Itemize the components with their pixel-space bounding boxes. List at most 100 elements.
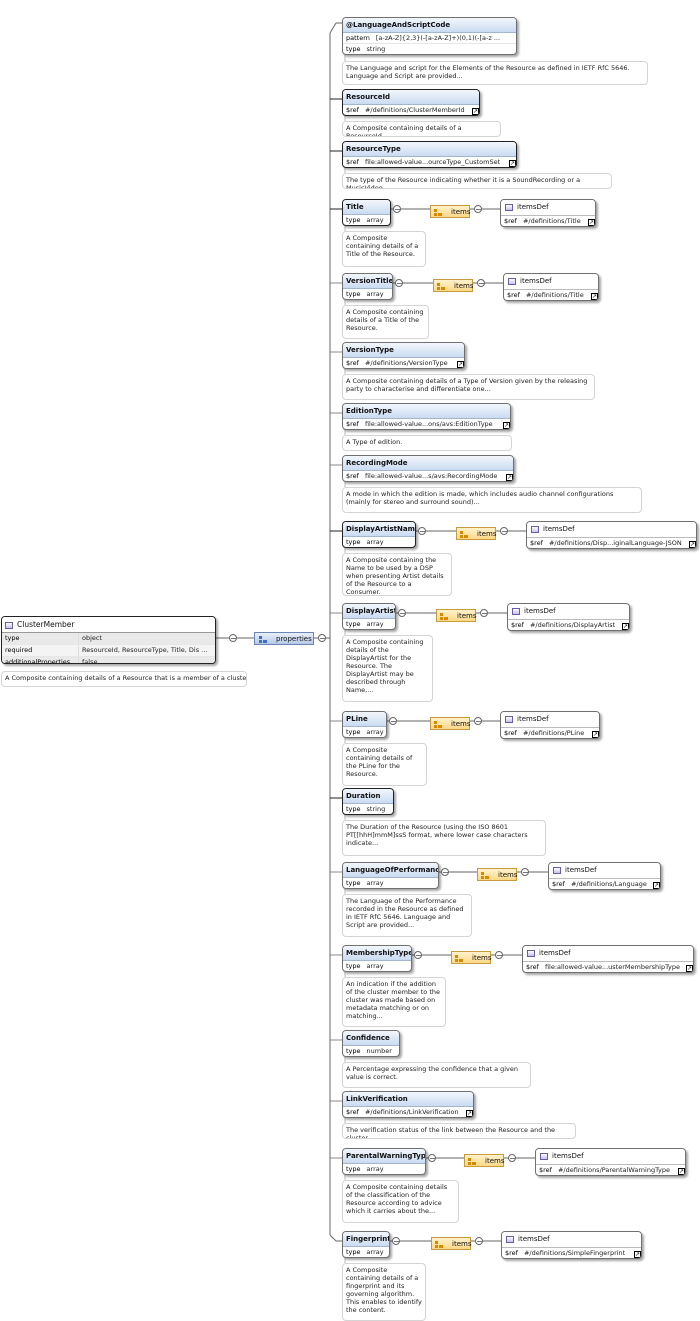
property-title[interactable]: PLine: [343, 712, 386, 727]
items-label[interactable]: items: [498, 869, 517, 882]
field-value[interactable]: file:allowed-value...ourceType_CustomSet: [362, 157, 503, 167]
field-value[interactable]: #/definitions/VersionType: [362, 358, 451, 368]
property-title[interactable]: Fingerprint: [343, 1232, 389, 1247]
property-node[interactable]: MembershipType type array: [342, 945, 412, 972]
collapse-toggle-icon[interactable]: −: [393, 205, 401, 214]
property-description[interactable]: A Composite containing details of a Reso…: [342, 121, 501, 137]
property-field-row[interactable]: type array: [343, 961, 411, 971]
property-node[interactable]: Fingerprint type array: [342, 1231, 390, 1258]
itemsdef-ref-row[interactable]: $ref file:allowed-value...usterMembership…: [523, 962, 693, 972]
field-key[interactable]: $ref: [502, 1248, 521, 1258]
itemsdef-label[interactable]: itemsDef: [539, 949, 571, 957]
ref-link-icon[interactable]: ↗: [457, 361, 464, 368]
field-key[interactable]: $ref: [343, 419, 362, 429]
property-node[interactable]: VersionTitle type array: [342, 273, 393, 300]
property-node[interactable]: RecordingMode $ref file:allowed-value...s/…: [342, 455, 514, 482]
collapse-toggle-icon[interactable]: −: [389, 717, 397, 726]
itemsdef-ref-row[interactable]: $ref #/definitions/SimpleFingerprint: [502, 1248, 641, 1258]
itemsdef-title[interactable]: itemsDef: [523, 946, 693, 962]
collapse-toggle-icon[interactable]: −: [318, 634, 326, 643]
items-compositor[interactable]: items: [430, 717, 470, 730]
property-description[interactable]: A Composite containing details of the Di…: [342, 635, 433, 702]
field-value[interactable]: #/definitions/Title: [520, 216, 584, 226]
property-node[interactable]: ParentalWarningType type array: [342, 1148, 426, 1175]
field-value[interactable]: #/definitions/ParentalWarningType: [555, 1165, 673, 1175]
ref-link-icon[interactable]: ↗: [503, 422, 510, 429]
field-value[interactable]: array: [364, 1247, 387, 1257]
itemsdef-label[interactable]: itemsDef: [517, 715, 549, 723]
field-value[interactable]: array: [364, 289, 387, 299]
property-description[interactable]: The Duration of the Resource (using the …: [342, 820, 546, 856]
field-value[interactable]: array: [364, 619, 387, 629]
itemsdef-label[interactable]: itemsDef: [520, 277, 552, 285]
property-title[interactable]: @LanguageAndScriptCode: [343, 18, 516, 33]
field-value[interactable]: #/definitions/DisplayArtist: [527, 620, 618, 630]
property-field-row[interactable]: type number: [343, 1046, 399, 1056]
field-value[interactable]: #/definitions/Title: [523, 290, 587, 300]
itemsdef-ref-row[interactable]: $ref #/definitions/Title: [504, 290, 598, 300]
itemsdef-title[interactable]: itemsDef: [501, 712, 599, 728]
field-key[interactable]: type: [343, 215, 364, 225]
itemsdef-node[interactable]: itemsDef $ref #/definitions/ParentalWarnin…: [535, 1148, 686, 1176]
property-node[interactable]: ResourceType $ref file:allowed-value...our…: [342, 141, 517, 168]
field-key[interactable]: pattern: [343, 33, 373, 43]
property-title[interactable]: MembershipType: [343, 946, 411, 961]
items-label[interactable]: items: [472, 952, 491, 965]
property-description[interactable]: An indication if the addition of the clu…: [342, 977, 446, 1027]
field-key[interactable]: type: [343, 878, 364, 888]
collapse-toggle-icon[interactable]: −: [495, 951, 503, 960]
property-field-row[interactable]: type array: [343, 289, 392, 299]
collapse-toggle-icon[interactable]: −: [475, 1237, 483, 1246]
items-compositor[interactable]: items: [430, 205, 470, 218]
field-key[interactable]: type: [343, 804, 364, 814]
items-compositor[interactable]: items: [451, 951, 491, 964]
itemsdef-node[interactable]: itemsDef $ref #/definitions/PLine ↗: [500, 711, 600, 739]
property-node[interactable]: ResourceId $ref #/definitions/ClusterMembe…: [342, 89, 480, 116]
property-title[interactable]: RecordingMode: [343, 456, 513, 471]
property-node[interactable]: DisplayArtist type array: [342, 603, 396, 630]
field-key[interactable]: $ref: [343, 1107, 362, 1117]
property-field-row[interactable]: type array: [343, 215, 390, 225]
field-key[interactable]: $ref: [508, 620, 527, 630]
collapse-toggle-icon[interactable]: −: [521, 868, 529, 877]
property-title[interactable]: ResourceId: [343, 90, 479, 105]
field-value[interactable]: array: [364, 537, 387, 547]
itemsdef-ref-row[interactable]: $ref #/definitions/Language: [549, 879, 660, 889]
itemsdef-label[interactable]: itemsDef: [565, 866, 597, 874]
collapse-toggle-icon[interactable]: −: [474, 205, 482, 214]
property-node[interactable]: DisplayArtistName type array: [342, 521, 416, 548]
property-title[interactable]: LinkVerification: [343, 1092, 473, 1107]
field-key[interactable]: $ref: [523, 962, 542, 972]
property-node[interactable]: Confidence type number: [342, 1030, 400, 1057]
collapse-toggle-icon[interactable]: −: [441, 868, 449, 877]
property-description[interactable]: The Language and script for the Elements…: [342, 61, 648, 85]
property-field-row[interactable]: $ref file:allowed-value...s/avs:Recording…: [343, 471, 513, 481]
field-key[interactable]: $ref: [343, 471, 362, 481]
field-value[interactable]: array: [364, 727, 386, 737]
property-node[interactable]: EditionType $ref file:allowed-value...ons/…: [342, 403, 511, 430]
field-value[interactable]: #/definitions/Disp...iginalLanguage-JSON: [546, 538, 685, 548]
items-compositor[interactable]: items: [431, 1237, 471, 1250]
itemsdef-label[interactable]: itemsDef: [543, 525, 575, 533]
items-compositor[interactable]: items: [464, 1154, 504, 1167]
field-value[interactable]: #/definitions/LinkVerification: [362, 1107, 462, 1117]
itemsdef-title[interactable]: itemsDef: [504, 274, 598, 290]
itemsdef-title[interactable]: itemsDef: [508, 604, 629, 620]
property-field-row[interactable]: type string: [343, 44, 516, 54]
property-title[interactable]: Confidence: [343, 1031, 399, 1046]
property-title[interactable]: ResourceType: [343, 142, 516, 157]
property-description[interactable]: A Type of edition.: [342, 435, 512, 451]
property-field-row[interactable]: $ref file:allowed-value...ons/avs:Edition…: [343, 419, 510, 429]
field-value[interactable]: array: [364, 961, 387, 971]
field-value[interactable]: file:allowed-value...s/avs:RecordingMode: [362, 471, 500, 481]
property-field-row[interactable]: pattern [a-zA-Z]{2,3}(-[a-zA-Z]+)(0,1)(-[…: [343, 33, 516, 44]
field-key[interactable]: type: [343, 537, 364, 547]
field-key[interactable]: $ref: [343, 157, 362, 167]
field-key[interactable]: $ref: [536, 1165, 555, 1175]
property-field-row[interactable]: type array: [343, 878, 438, 888]
ref-link-icon[interactable]: ↗: [678, 1168, 685, 1175]
ref-link-icon[interactable]: ↗: [466, 1110, 473, 1117]
property-title[interactable]: LanguageOfPerformance: [343, 863, 438, 878]
itemsdef-ref-row[interactable]: $ref #/definitions/PLine: [501, 728, 599, 738]
itemsdef-label[interactable]: itemsDef: [518, 1235, 550, 1243]
